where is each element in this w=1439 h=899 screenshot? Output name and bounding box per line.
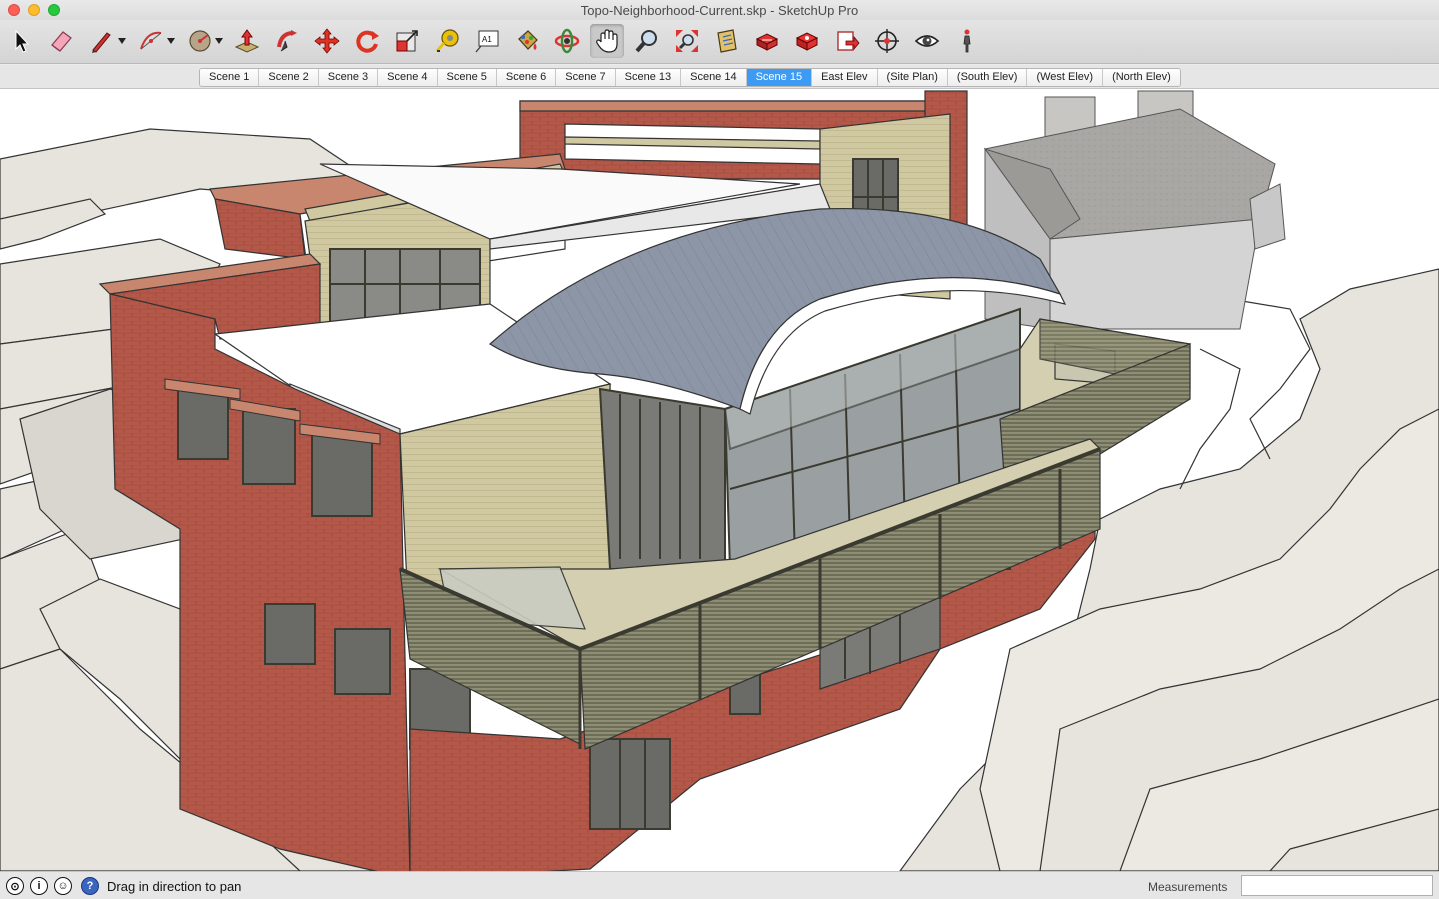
pan-tool-icon xyxy=(596,29,618,53)
orbit-tool-icon xyxy=(554,28,580,54)
tape-measure-tool-icon xyxy=(435,29,459,52)
scene-tab[interactable]: (South Elev) xyxy=(947,69,1028,86)
scene-tab[interactable]: Scene 6 xyxy=(496,69,557,86)
line-tool-icon xyxy=(92,32,111,53)
move-tool-icon xyxy=(314,28,340,54)
select-tool-button[interactable] xyxy=(4,24,38,58)
shapes-tool-button[interactable] xyxy=(183,24,217,58)
tape-measure-tool-button[interactable] xyxy=(430,24,464,58)
extension-warehouse-icon xyxy=(755,33,779,51)
eraser-tool-button[interactable] xyxy=(44,24,78,58)
model-viewport[interactable] xyxy=(0,89,1439,871)
scene-tab[interactable]: Scene 7 xyxy=(556,69,616,86)
scene-tab[interactable]: Scene 3 xyxy=(318,69,379,86)
rotate-tool-button[interactable] xyxy=(350,24,384,58)
arc-tool-button[interactable] xyxy=(134,24,168,58)
main-toolbar: A1 xyxy=(0,20,1439,64)
scale-tool-icon xyxy=(396,30,418,52)
zoom-extents-tool-icon xyxy=(676,30,698,52)
line-tool-dropdown-icon[interactable] xyxy=(118,38,126,44)
scale-tool-button[interactable] xyxy=(390,24,424,58)
follow-me-tool-icon xyxy=(277,30,297,52)
position-camera-icon xyxy=(875,29,899,53)
zoom-extents-tool-button[interactable] xyxy=(670,24,704,58)
scene-tab-active[interactable]: Scene 15 xyxy=(746,69,813,86)
zoom-tool-button[interactable] xyxy=(630,24,664,58)
arc-tool-icon xyxy=(140,31,162,50)
scene-tab[interactable]: Scene 2 xyxy=(259,69,319,86)
push-pull-tool-icon xyxy=(234,29,260,53)
scene-tab[interactable]: Scene 13 xyxy=(615,69,682,86)
shapes-tool-icon xyxy=(189,30,211,52)
look-around-icon xyxy=(914,35,940,47)
shapes-tool-dropdown-icon[interactable] xyxy=(215,38,223,44)
layout-send-icon xyxy=(837,31,860,51)
move-tool-button[interactable] xyxy=(310,24,344,58)
scene-tab[interactable]: (North Elev) xyxy=(1103,69,1180,86)
components-button[interactable] xyxy=(790,24,824,58)
arc-tool-dropdown-icon[interactable] xyxy=(167,38,175,44)
scene-tabs: Scene 1 Scene 2 Scene 3 Scene 4 Scene 5 … xyxy=(199,68,1181,87)
3d-warehouse-button[interactable] xyxy=(710,24,744,58)
follow-me-tool-button[interactable] xyxy=(270,24,304,58)
scene-tab[interactable]: (West Elev) xyxy=(1027,69,1104,86)
position-camera-button[interactable] xyxy=(870,24,904,58)
select-tool-icon xyxy=(15,29,30,53)
walk-tool-button[interactable] xyxy=(950,24,984,58)
text-tool-button[interactable]: A1 xyxy=(470,24,504,58)
walk-tool-icon xyxy=(963,29,971,53)
help-icon[interactable]: ? xyxy=(81,877,99,895)
send-to-layout-button[interactable] xyxy=(830,24,864,58)
3d-warehouse-icon xyxy=(717,29,737,53)
svg-text:A1: A1 xyxy=(482,35,492,44)
scene-tab-bar: Scene 1 Scene 2 Scene 3 Scene 4 Scene 5 … xyxy=(0,65,1439,89)
status-bar: ⊙ i ☺ ? Drag in direction to pan Measure… xyxy=(0,871,1439,899)
scene-tab[interactable]: Scene 5 xyxy=(437,69,497,86)
pan-tool-button[interactable] xyxy=(590,24,624,58)
line-tool-button[interactable] xyxy=(84,24,118,58)
scene-tab[interactable]: Scene 14 xyxy=(681,69,747,86)
model-view-drawing xyxy=(0,89,1439,871)
sketchup-window: Topo-Neighborhood-Current.skp - SketchUp… xyxy=(0,0,1439,899)
eraser-tool-icon xyxy=(51,31,72,52)
paint-bucket-tool-icon xyxy=(518,30,538,50)
push-pull-tool-button[interactable] xyxy=(230,24,264,58)
look-around-button[interactable] xyxy=(910,24,944,58)
user-account-icon[interactable]: ☺ xyxy=(54,877,72,895)
zoom-tool-icon xyxy=(635,30,657,53)
extension-warehouse-button[interactable] xyxy=(750,24,784,58)
status-message: Drag in direction to pan xyxy=(107,879,242,894)
orbit-tool-button[interactable] xyxy=(550,24,584,58)
rotate-tool-icon xyxy=(356,30,379,53)
credits-info-icon[interactable]: i xyxy=(30,877,48,895)
paint-bucket-tool-button[interactable] xyxy=(510,24,544,58)
scene-tab[interactable]: (Site Plan) xyxy=(877,69,948,86)
window-title: Topo-Neighborhood-Current.skp - SketchUp… xyxy=(580,3,859,18)
scene-tab[interactable]: Scene 1 xyxy=(200,69,260,86)
geo-location-icon[interactable]: ⊙ xyxy=(6,877,24,895)
scene-tab[interactable]: East Elev xyxy=(812,69,878,86)
components-icon xyxy=(795,32,819,51)
text-tool-icon: A1 xyxy=(475,30,499,53)
measurements-label: Measurements xyxy=(1148,880,1228,894)
measurements-input[interactable] xyxy=(1241,875,1433,896)
title-bar: Topo-Neighborhood-Current.skp - SketchUp… xyxy=(0,0,1439,20)
scene-tab[interactable]: Scene 4 xyxy=(378,69,438,86)
